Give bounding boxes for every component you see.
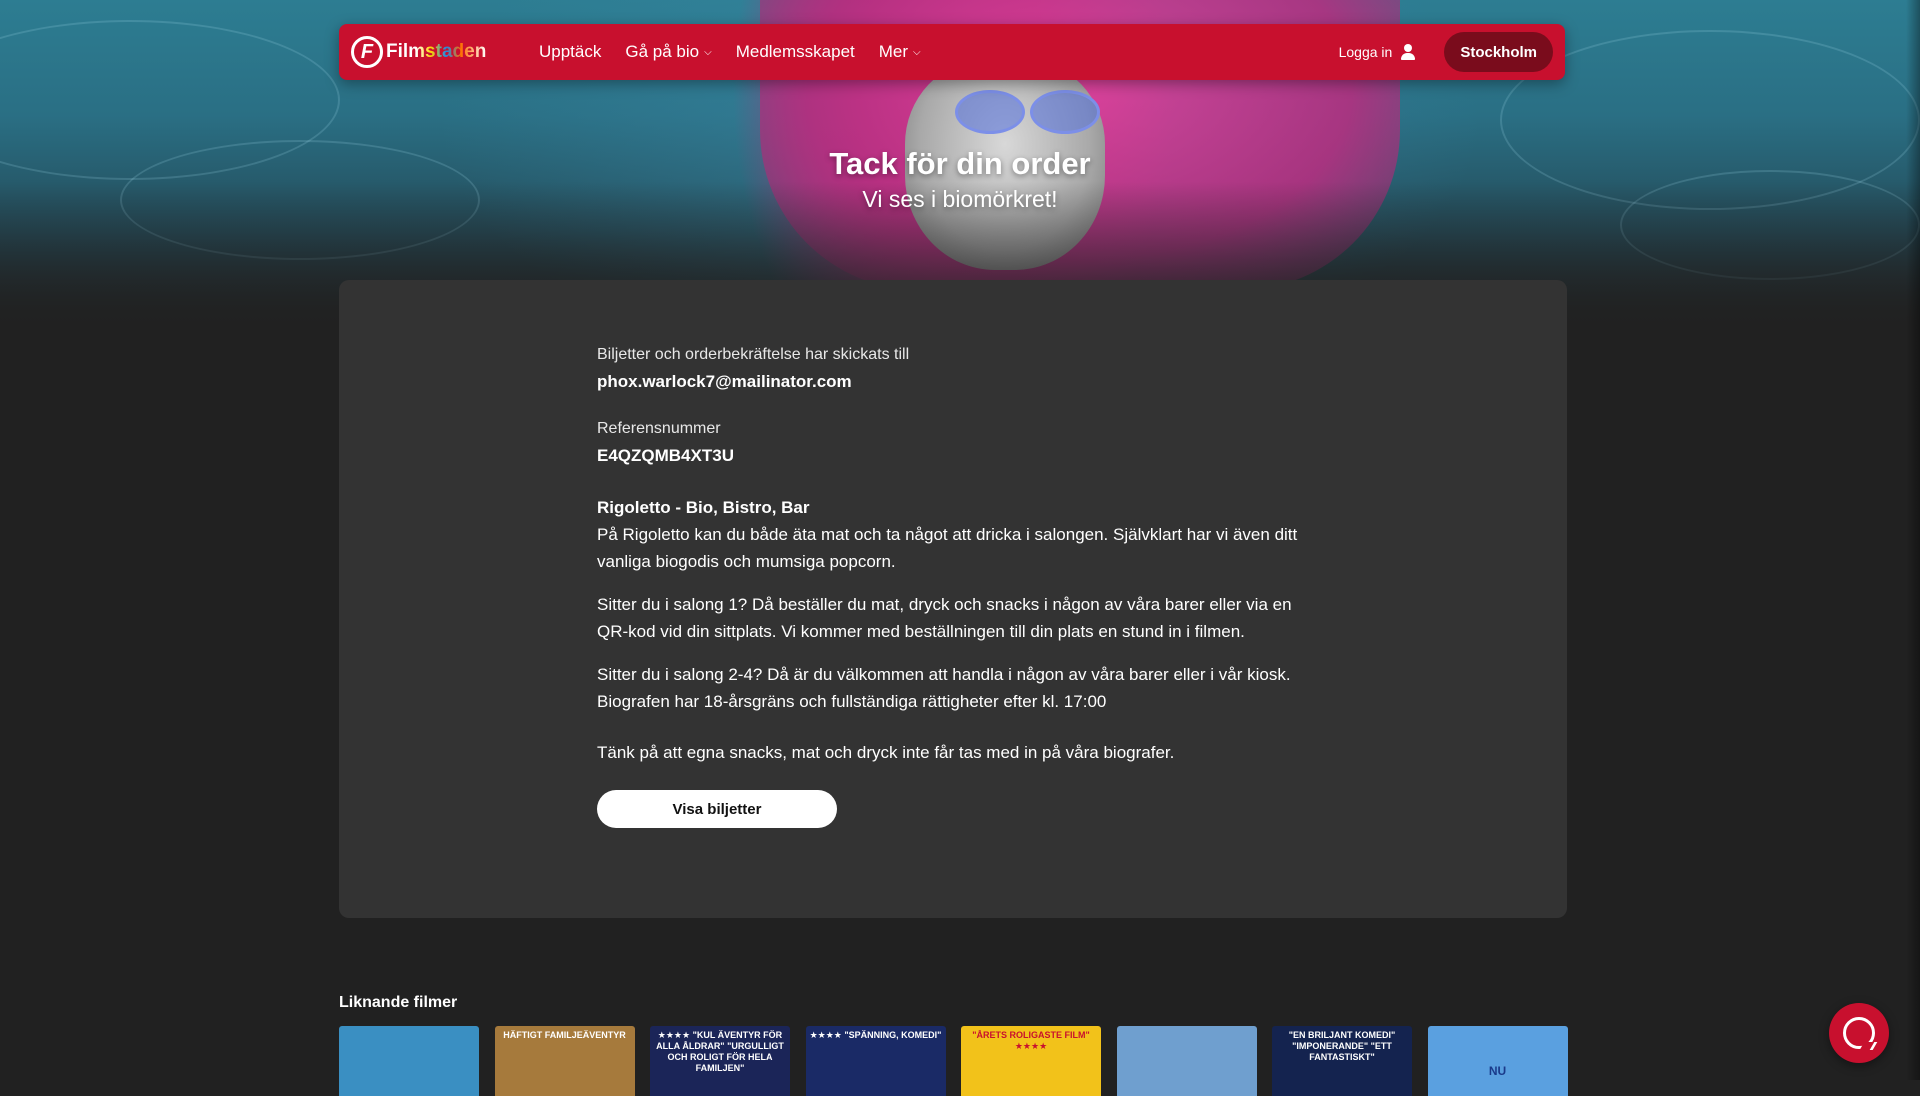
venue-paragraph: Rigoletto - Bio, Bistro, Bar På Rigolett… [597, 494, 1327, 575]
poster-caption: "ÅRETS ROLIGASTE FILM" ★★★★ [972, 1030, 1090, 1051]
reference-value: E4QZQMB4XT3U [597, 446, 734, 465]
movie-poster[interactable]: HÄFTIGT FAMILJEÄVENTYR [494, 1026, 635, 1096]
poster-caption: HÄFTIGT FAMILJEÄVENTYR [503, 1030, 626, 1040]
sunglasses-lens [955, 90, 1025, 134]
poster-caption: "EN BRILJANT KOMEDI" "IMPONERANDE" "ETT … [1288, 1030, 1396, 1062]
page-subtitle: Vi ses i biomörkret! [862, 186, 1058, 212]
movie-poster[interactable]: ★★★★ "SPÄNNING, KOMEDI" [805, 1026, 946, 1096]
chevron-down-icon: ⌵ [913, 46, 921, 58]
page-title: Tack för din order [829, 146, 1091, 181]
sunglasses-lens [1030, 90, 1100, 134]
nav-link-ga-pa-bio[interactable]: Gå på bio ⌵ [625, 42, 711, 62]
poster-caption: ★★★★ "KUL ÄVENTYR FÖR ALLA ÅLDRAR" "URGU… [656, 1030, 784, 1073]
city-label: Stockholm [1460, 43, 1537, 61]
salong2-paragraph: Sitter du i salong 2-4? Då är du välkomm… [597, 661, 1327, 715]
email-value: phox.warlock7@mailinator.com [597, 372, 852, 391]
movie-poster[interactable]: "ÅRETS ROLIGASTE FILM" ★★★★ [961, 1026, 1101, 1096]
nav-link-medlemsskapet[interactable]: Medlemsskapet [736, 42, 855, 62]
email-group: Biljetter och orderbekräftelse har skick… [597, 346, 1327, 392]
show-tickets-label: Visa biljetter [672, 800, 762, 818]
user-icon [1400, 44, 1416, 60]
order-content: Biljetter och orderbekräftelse har skick… [597, 346, 1327, 828]
nav-link-mer[interactable]: Mer ⌵ [879, 42, 921, 62]
poster-caption: ★★★★ "SPÄNNING, KOMEDI" [809, 1030, 942, 1040]
chat-icon [1843, 1017, 1875, 1049]
city-selector-button[interactable]: Stockholm [1444, 32, 1553, 72]
nav-link-label: Gå på bio [625, 42, 700, 61]
venue-info: Rigoletto - Bio, Bistro, Bar På Rigolett… [597, 494, 1327, 766]
poster-caption: NU [1488, 1064, 1507, 1078]
similar-films-title: Liknande filmer [339, 994, 458, 1011]
reference-label: Referensnummer [597, 420, 721, 437]
nav-link-label: Mer [878, 42, 909, 61]
nav-right: Logga in Stockholm [1339, 32, 1565, 72]
chat-button[interactable] [1829, 1003, 1889, 1063]
login-button[interactable]: Logga in [1339, 44, 1417, 60]
email-label: Biljetter och orderbekräftelse har skick… [597, 346, 910, 363]
movie-poster[interactable]: NU [1427, 1026, 1568, 1096]
age-limit-info: Biografen har 18-årsgräns och fullständi… [597, 692, 1107, 711]
show-tickets-button[interactable]: Visa biljetter [597, 790, 837, 828]
similar-films-row: HÄFTIGT FAMILJEÄVENTYR ★★★★ "KUL ÄVENTYR… [339, 1026, 1568, 1096]
top-navbar: F Filmstaden Upptäck Gå på bio ⌵ Medlems… [339, 24, 1565, 80]
order-confirmation-card: Biljetter och orderbekräftelse har skick… [339, 280, 1567, 918]
logo-icon: F [351, 36, 383, 68]
venue-title: Rigoletto - Bio, Bistro, Bar [597, 498, 810, 517]
nav-link-upptack[interactable]: Upptäck [539, 42, 601, 62]
nav-link-label: Upptäck [539, 42, 602, 61]
snacks-policy: Tänk på att egna snacks, mat och dryck i… [597, 743, 1175, 762]
salong2-info: Sitter du i salong 2-4? Då är du välkomm… [597, 665, 1291, 684]
movie-poster[interactable] [339, 1026, 479, 1096]
salong1-info: Sitter du i salong 1? Då beställer du ma… [597, 595, 1292, 641]
venue-text: På Rigoletto kan du både äta mat och ta … [597, 525, 1298, 571]
movie-poster[interactable]: "EN BRILJANT KOMEDI" "IMPONERANDE" "ETT … [1272, 1026, 1412, 1096]
chevron-down-icon: ⌵ [704, 46, 712, 58]
movie-poster[interactable] [1116, 1026, 1257, 1096]
nav-link-label: Medlemsskapet [735, 42, 855, 61]
movie-poster[interactable]: ★★★★ "KUL ÄVENTYR FÖR ALLA ÅLDRAR" "URGU… [650, 1026, 790, 1096]
login-label: Logga in [1338, 44, 1393, 60]
reference-group: Referensnummer E4QZQMB4XT3U [597, 420, 1327, 466]
site-logo[interactable]: F Filmstaden [351, 36, 511, 68]
logo-text: Filmstaden [386, 41, 487, 62]
nav-links: Upptäck Gå på bio ⌵ Medlemsskapet Mer ⌵ [539, 42, 945, 62]
